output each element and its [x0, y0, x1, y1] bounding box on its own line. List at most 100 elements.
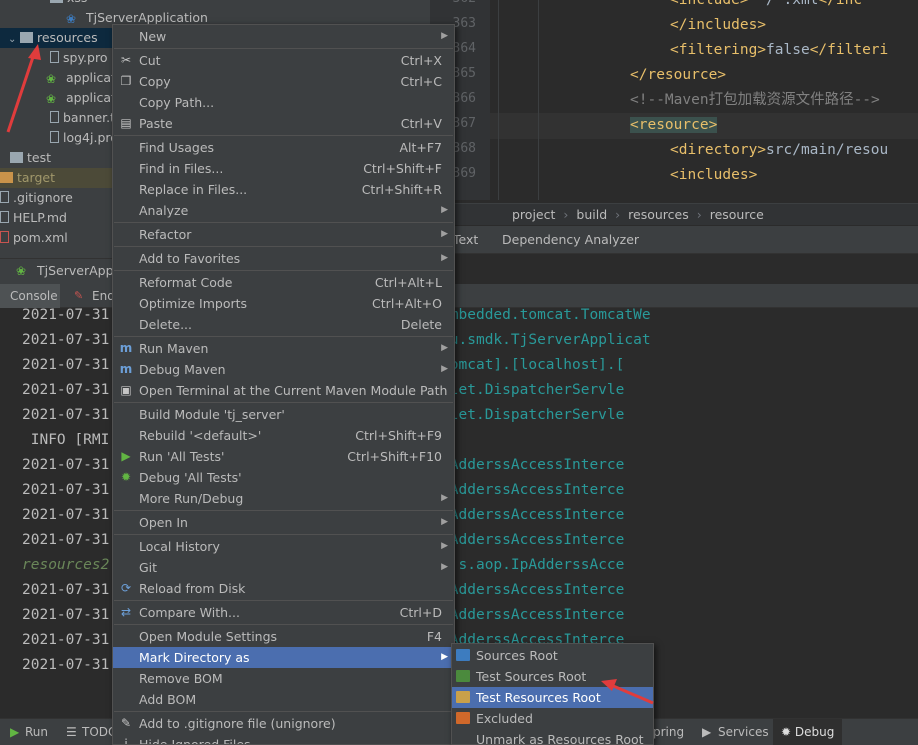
breadcrumb-item[interactable]: build [576, 207, 607, 222]
menu-item-git[interactable]: Git ▶ [113, 557, 454, 578]
code-line: </resource> [630, 63, 918, 88]
menu-item-label: Add BOM [139, 692, 197, 707]
code-line: <include>**/*.xml</inc [670, 0, 918, 13]
menu-item-new[interactable]: New ▶ [113, 26, 454, 47]
menu-item-shortcut: Ctrl+Shift+F9 [355, 428, 442, 443]
menu-item-copy-path[interactable]: Copy Path... [113, 92, 454, 113]
tab-console[interactable]: Console [0, 284, 60, 308]
run-tool-button[interactable]: Run [25, 719, 48, 745]
menu-item-compare-with[interactable]: ⇄ Compare With... Ctrl+D [113, 602, 454, 623]
menu-item-shortcut: Ctrl+V [400, 116, 442, 131]
menu-item-shortcut: Ctrl+Alt+O [372, 296, 442, 311]
submenu-arrow-icon: ▶ [441, 541, 448, 551]
menu-item-add-bom[interactable]: Add BOM [113, 689, 454, 710]
tree-item[interactable]: xss [0, 0, 430, 8]
menu-item-analyze[interactable]: Analyze ▶ [113, 200, 454, 221]
menu-item-debug-all-tests[interactable]: ✹ Debug 'All Tests' [113, 467, 454, 488]
menu-item-label: Debug 'All Tests' [139, 470, 242, 485]
console-segment: 2021-07-31 [22, 308, 110, 323]
debug-tool-button[interactable]: ✹ Debug [773, 719, 843, 745]
tree-item-label: banner.t [63, 110, 115, 125]
menu-item-open-module-settings[interactable]: Open Module Settings F4 [113, 626, 454, 647]
menu-item-replace-in-files[interactable]: Replace in Files... Ctrl+Shift+R [113, 179, 454, 200]
code-token: <include> [670, 0, 749, 8]
indent-guide [498, 0, 499, 200]
menu-item-optimize-imports[interactable]: Optimize Imports Ctrl+Alt+O [113, 293, 454, 314]
todo-icon: ☰ [66, 725, 77, 739]
spring-tool-button[interactable]: pring [653, 719, 684, 745]
tab-text[interactable]: Text [453, 226, 478, 254]
menu-item-mark-directory-as[interactable]: Mark Directory as ▶ [113, 647, 454, 668]
menu-item-reload-from-disk[interactable]: ⟳ Reload from Disk [113, 578, 454, 599]
breadcrumb-item[interactable]: resources [628, 207, 689, 222]
breadcrumb-separator-icon: › [563, 207, 569, 222]
breadcrumb-item[interactable]: resource [710, 207, 764, 222]
copy-icon: ❐ [120, 74, 132, 88]
menu-item-label: Compare With... [139, 605, 240, 620]
menu-separator [114, 534, 453, 535]
menu-item-remove-bom[interactable]: Remove BOM [113, 668, 454, 689]
annotation-arrow-tree [6, 44, 41, 133]
tree-item-label: TjServerApplication [86, 10, 208, 25]
menu-item-reformat-code[interactable]: Reformat Code Ctrl+Alt+L [113, 272, 454, 293]
paste-icon: ▤ [120, 116, 132, 130]
code-token: </inc [818, 0, 863, 8]
menu-item-debug-maven[interactable]: m Debug Maven ▶ [113, 359, 454, 380]
run-icon: ▶ [121, 449, 131, 463]
menu-item-run-all-tests[interactable]: ▶ Run 'All Tests' Ctrl+Shift+F10 [113, 446, 454, 467]
tab-dependency-analyzer[interactable]: Dependency Analyzer [502, 226, 639, 254]
debug-icon: ✹ [120, 470, 132, 484]
menu-item-hide-ignored-files[interactable]: i Hide Ignored Files [113, 734, 454, 745]
code-line: <includes> [670, 163, 918, 188]
menu-item-label: Refactor [139, 227, 192, 242]
submenu-item-unmark-as-resources-root[interactable]: Unmark as Resources Root [452, 729, 653, 745]
console-segment: 2021-07-31 [22, 457, 110, 473]
menu-item-shortcut: F4 [426, 629, 442, 644]
hide-icon: i [124, 737, 128, 745]
menu-item-local-history[interactable]: Local History ▶ [113, 536, 454, 557]
run-config-tab[interactable]: TjServerAppli [37, 259, 120, 283]
submenu-item-sources-root[interactable]: Sources Root [452, 645, 653, 666]
menu-item-refactor[interactable]: Refactor ▶ [113, 224, 454, 245]
services-icon: ▶ [702, 725, 712, 739]
tree-item-label: test [27, 150, 52, 165]
menu-item-rebuild-default[interactable]: Rebuild '<default>' Ctrl+Shift+F9 [113, 425, 454, 446]
spring-app-icon: ❀ [66, 12, 77, 26]
submenu-arrow-icon: ▶ [441, 31, 448, 41]
code-token: <directory> [670, 142, 767, 158]
menu-item-add-to-gitignore-file-unignore[interactable]: ✎ Add to .gitignore file (unignore) [113, 713, 454, 734]
menu-item-build-module-tj-server[interactable]: Build Module 'tj_server' [113, 404, 454, 425]
menu-item-delete[interactable]: Delete... Delete [113, 314, 454, 335]
menu-item-add-to-favorites[interactable]: Add to Favorites ▶ [113, 248, 454, 269]
submenu-arrow-icon: ▶ [441, 205, 448, 215]
tree-item-label: target [17, 170, 56, 185]
submenu-item-label: Unmark as Resources Root [476, 732, 644, 745]
code-editor[interactable]: 362363364365366367368369 <include>**/*.x… [430, 0, 918, 200]
menu-item-label: Cut [139, 53, 161, 68]
code-token: src/main/resou [766, 142, 889, 158]
submenu-arrow-icon: ▶ [441, 364, 448, 374]
menu-item-cut[interactable]: ✂ Cut Ctrl+X [113, 50, 454, 71]
menu-item-shortcut: Delete [400, 317, 442, 332]
menu-separator [114, 624, 453, 625]
context-menu: New ▶ ✂ Cut Ctrl+X ❐ Copy Ctrl+C Copy Path... ▤ Pa… [112, 24, 455, 745]
menu-item-more-run-debug[interactable]: More Run/Debug ▶ [113, 488, 454, 509]
code-line: <directory>src/main/resou [670, 138, 918, 163]
services-tool-button[interactable]: Services [718, 719, 769, 745]
menu-separator [114, 246, 453, 247]
menu-item-find-in-files[interactable]: Find in Files... Ctrl+Shift+F [113, 158, 454, 179]
console-segment: resources2 [22, 557, 110, 573]
menu-item-open-in[interactable]: Open In ▶ [113, 512, 454, 533]
menu-item-run-maven[interactable]: m Run Maven ▶ [113, 338, 454, 359]
menu-item-paste[interactable]: ▤ Paste Ctrl+V [113, 113, 454, 134]
menu-item-find-usages[interactable]: Find Usages Alt+F7 [113, 137, 454, 158]
breadcrumb-item[interactable]: project [512, 207, 555, 222]
tree-item-label: HELP.md [13, 210, 67, 225]
submenu-arrow-icon: ▶ [441, 229, 448, 239]
editor-bottom-tabs: Text Dependency Analyzer [430, 226, 918, 254]
tree-item-label: xss [67, 0, 87, 5]
menu-item-open-terminal-at-the-current-maven-module-path[interactable]: ▣ Open Terminal at the Current Maven Modu… [113, 380, 454, 401]
menu-item-copy[interactable]: ❐ Copy Ctrl+C [113, 71, 454, 92]
menu-item-shortcut: Ctrl+D [399, 605, 442, 620]
menu-item-shortcut: Ctrl+Shift+R [361, 182, 442, 197]
